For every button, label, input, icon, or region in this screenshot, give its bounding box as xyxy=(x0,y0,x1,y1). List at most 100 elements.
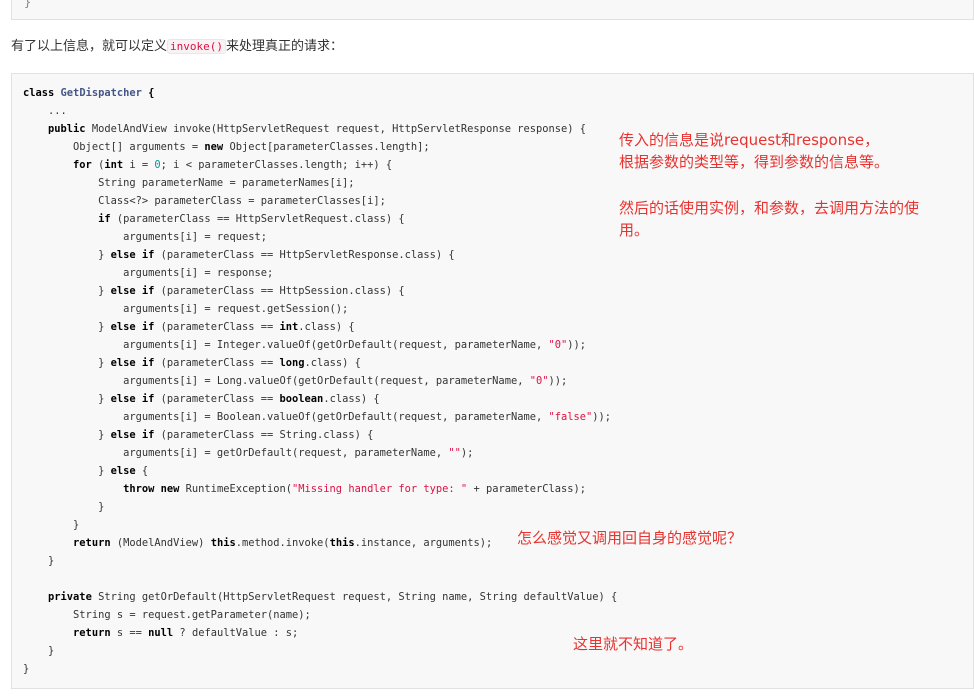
code-token: (parameterClass == HttpServletRequest.cl… xyxy=(110,213,405,225)
code-line: } else if (parameterClass == HttpSession… xyxy=(23,282,405,300)
code-line: } else if (parameterClass == String.clas… xyxy=(23,426,373,444)
intro-paragraph: 有了以上信息，就可以定义 invoke() 来处理真正的请求： xyxy=(11,38,343,56)
code-token: .class) { xyxy=(298,321,355,333)
code-line: String s = request.getParameter(name); xyxy=(23,606,311,624)
code-token: } xyxy=(23,285,111,297)
code-token: } xyxy=(23,645,55,657)
code-token: RuntimeException( xyxy=(179,483,293,495)
code-token: Object[] arguments = xyxy=(23,141,205,153)
intro-text-before: 有了以上信息，就可以定义 xyxy=(11,39,168,54)
code-line: arguments[i] = request; xyxy=(23,228,267,246)
annotation-line: 用。 xyxy=(619,221,650,239)
code-line: } xyxy=(23,552,54,570)
code-token: )); xyxy=(548,375,568,387)
code-token: (parameterClass == HttpSession.class) { xyxy=(154,285,405,297)
code-line: arguments[i] = Boolean.valueOf(getOrDefa… xyxy=(23,408,611,426)
code-token: } xyxy=(23,501,105,513)
code-line: arguments[i] = Integer.valueOf(getOrDefa… xyxy=(23,336,586,354)
code-line: Class<?> parameterClass = parameterClass… xyxy=(23,192,386,210)
code-token: "0" xyxy=(529,375,549,387)
code-token: else if xyxy=(110,285,155,297)
code-token: } xyxy=(23,429,111,441)
code-token: + parameterClass); xyxy=(467,483,587,495)
code-line: } else if (parameterClass == int.class) … xyxy=(23,318,355,336)
code-token: public xyxy=(48,123,86,135)
annotation-line: 这里就不知道了。 xyxy=(573,635,694,653)
intro-inline-code: invoke() xyxy=(167,39,226,54)
code-token: } xyxy=(23,519,80,531)
code-token: } xyxy=(23,465,111,477)
code-token: null xyxy=(148,627,174,639)
code-line: } xyxy=(23,516,79,534)
code-token: { xyxy=(135,465,149,477)
code-token: .method.invoke( xyxy=(235,537,330,549)
code-token: "false" xyxy=(548,411,593,423)
code-token: ... xyxy=(23,105,67,117)
code-token: "Missing handler for type: " xyxy=(292,483,468,495)
code-line: arguments[i] = response; xyxy=(23,264,273,282)
code-token: (parameterClass == xyxy=(154,393,280,405)
code-token: ( xyxy=(91,159,105,171)
code-line: } xyxy=(23,660,29,678)
code-line: public ModelAndView invoke(HttpServletRe… xyxy=(23,120,586,138)
code-token: return xyxy=(73,537,111,549)
code-token: long xyxy=(279,357,305,369)
annotation-self-call: 怎么感觉又调用回自身的感觉呢？ xyxy=(517,527,742,549)
code-token: String getOrDefault(HttpServletRequest r… xyxy=(91,591,618,603)
code-line: if (parameterClass == HttpServletRequest… xyxy=(23,210,405,228)
code-line: return (ModelAndView) this.method.invoke… xyxy=(23,534,492,552)
code-token: arguments[i] = getOrDefault(request, par… xyxy=(23,447,449,459)
code-token: ModelAndView invoke(HttpServletRequest r… xyxy=(85,123,587,135)
code-token: )); xyxy=(592,411,612,423)
code-token: i = xyxy=(123,159,155,171)
code-line: arguments[i] = request.getSession(); xyxy=(23,300,348,318)
annotation-request-response: 传入的信息是说request和response， 根据参数的类型等，得到参数的信… xyxy=(619,129,889,173)
code-token: return xyxy=(73,627,111,639)
code-token: this xyxy=(210,537,236,549)
code-token: (parameterClass == HttpServletResponse.c… xyxy=(154,249,455,261)
code-token: for xyxy=(73,159,92,171)
code-token: (parameterClass == xyxy=(154,321,280,333)
code-token: String parameterName = parameterNames[i]… xyxy=(23,177,355,189)
code-token: "" xyxy=(448,447,461,459)
annotation-line: 传入的信息是说request和response， xyxy=(619,131,880,149)
previous-code-block: } xyxy=(11,0,974,20)
code-token: private xyxy=(48,591,92,603)
code-token: .class) { xyxy=(323,393,380,405)
code-token: GetDispatcher xyxy=(60,87,142,99)
code-line: } else if (parameterClass == boolean.cla… xyxy=(23,390,380,408)
code-line: ... xyxy=(23,102,67,120)
code-line: class GetDispatcher { xyxy=(23,84,154,102)
code-token: Class<?> parameterClass = parameterClass… xyxy=(23,195,386,207)
code-token: arguments[i] = response; xyxy=(23,267,274,279)
code-token: } xyxy=(23,555,55,567)
code-token: (parameterClass == xyxy=(154,357,280,369)
code-token: arguments[i] = Integer.valueOf(getOrDefa… xyxy=(23,339,549,351)
annotation-line: 然后的话使用实例，和参数，去调用方法的使 xyxy=(619,199,920,217)
code-token: arguments[i] = Long.valueOf(getOrDefault… xyxy=(23,375,530,387)
code-token: )); xyxy=(567,339,587,351)
code-line: String parameterName = parameterNames[i]… xyxy=(23,174,355,192)
code-token: new xyxy=(204,141,224,153)
code-line: throw new RuntimeException("Missing hand… xyxy=(23,480,586,498)
code-token: this xyxy=(329,537,355,549)
annotation-line: 根据参数的类型等，得到参数的信息等。 xyxy=(619,153,890,171)
code-token: { xyxy=(141,87,155,99)
code-block: class GetDispatcher { ... public ModelAn… xyxy=(11,73,974,689)
code-line: Object[] arguments = new Object[paramete… xyxy=(23,138,430,156)
code-token: ? defaultValue : s; xyxy=(173,627,299,639)
code-token: else if xyxy=(110,321,155,333)
code-token: (ModelAndView) xyxy=(110,537,211,549)
code-line: for (int i = 0; i < parameterClasses.len… xyxy=(23,156,392,174)
code-token: } xyxy=(23,321,111,333)
code-token: } xyxy=(23,357,111,369)
code-token: int xyxy=(104,159,124,171)
code-token: ; i < parameterClasses.length; i++) { xyxy=(160,159,393,171)
code-line: } xyxy=(23,642,54,660)
code-token: throw new xyxy=(123,483,180,495)
code-token: } xyxy=(23,249,111,261)
